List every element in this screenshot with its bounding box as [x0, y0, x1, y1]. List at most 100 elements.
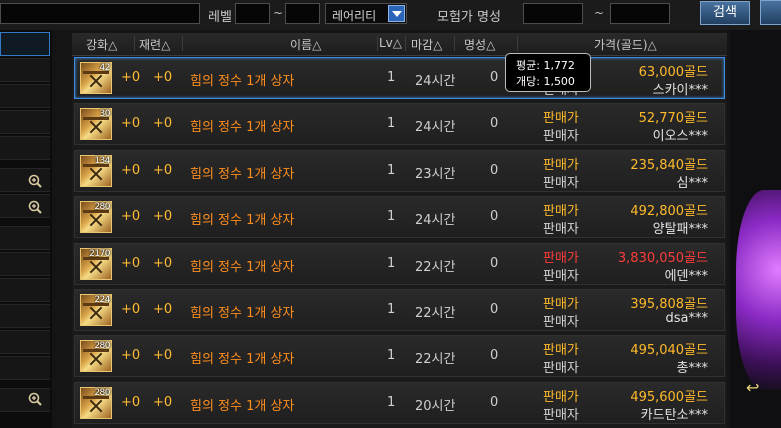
table-row[interactable]: 224 +0 +0 힘의 정수 1개 상자 1 22시간 0 판매가 판매자 395,808골드 d…: [74, 289, 725, 331]
enhance-value: +0: [121, 395, 141, 410]
table-row[interactable]: 280 +0 +0 힘의 정수 1개 상자 1 22시간 0 판매가 판매자 495,040골드 총…: [74, 335, 725, 377]
table-row[interactable]: 134 +0 +0 힘의 정수 1개 상자 1 23시간 0 판매가 판매자 235,840골드 심…: [74, 150, 725, 192]
item-box-icon[interactable]: 42: [80, 62, 112, 94]
fame-value: 0: [490, 395, 499, 410]
header-level[interactable]: Lv△: [379, 36, 402, 50]
table-header: 강화△ 재련△ 이름△ Lv△ 마감△ 명성△ 가격(골드)△: [72, 33, 727, 56]
item-count: 224: [94, 295, 110, 305]
item-name: 힘의 정수 1개 상자: [190, 120, 295, 135]
level-label: 레벨: [208, 10, 232, 25]
character-portrait-area: ↩: [730, 30, 781, 428]
header-name[interactable]: 이름△: [290, 36, 321, 53]
fame-min-input[interactable]: [523, 3, 583, 24]
category-item[interactable]: [0, 388, 50, 412]
fame-value: 0: [490, 163, 499, 178]
deadline: 23시간: [415, 167, 456, 182]
refine-value: +0: [153, 256, 173, 271]
search-button[interactable]: 검색: [700, 1, 750, 25]
level-min-input[interactable]: [235, 3, 270, 24]
zoom-in-icon[interactable]: [28, 174, 42, 188]
extra-button[interactable]: [760, 0, 781, 25]
table-row[interactable]: 2170 +0 +0 힘의 정수 1개 상자 1 22시간 0 판매가 판매자 3,830,050…: [74, 243, 725, 285]
enhance-value: +0: [121, 348, 141, 363]
item-box-icon[interactable]: 30: [80, 108, 112, 140]
category-item[interactable]: [0, 84, 50, 108]
seller-label: 판매자: [543, 361, 579, 376]
filter-bar: 레벨 ~ 레어리티 모험가 명성 ~ 검색: [0, 0, 781, 30]
item-name-input[interactable]: [0, 3, 200, 24]
table-row[interactable]: 280 +0 +0 힘의 정수 1개 상자 1 24시간 0 판매가 판매자 492,800골드 양…: [74, 196, 725, 238]
item-box-icon[interactable]: 2170: [80, 248, 112, 280]
category-item[interactable]: [0, 252, 50, 276]
enhance-value: +0: [121, 70, 141, 85]
item-box-icon[interactable]: 134: [80, 155, 112, 187]
enhance-value: +0: [121, 302, 141, 317]
header-divider: [405, 36, 406, 51]
price-label: 판매가: [543, 251, 579, 266]
item-count: 30: [99, 109, 111, 119]
item-name: 힘의 정수 1개 상자: [190, 352, 295, 367]
item-count: 280: [94, 202, 110, 212]
rarity-select[interactable]: 레어리티: [325, 3, 407, 24]
item-box-icon[interactable]: 280: [80, 340, 112, 372]
refine-value: +0: [153, 70, 173, 85]
item-box-icon[interactable]: 280: [80, 201, 112, 233]
table-row[interactable]: 30 +0 +0 힘의 정수 1개 상자 1 24시간 0 판매가 판매자 52,770골드 이오스…: [74, 103, 725, 145]
header-fame[interactable]: 명성△: [464, 36, 495, 53]
category-item[interactable]: [0, 110, 50, 134]
monster-illustration: [736, 190, 781, 390]
table-row[interactable]: 280 +0 +0 힘의 정수 1개 상자 1 20시간 0 판매가 판매자 495,600골드 카…: [74, 382, 725, 424]
header-divider: [517, 36, 518, 51]
category-item[interactable]: [0, 168, 50, 192]
header-refine[interactable]: 재련△: [139, 36, 170, 53]
seller-name: 양탈패***: [652, 222, 708, 237]
seller-label: 판매자: [543, 129, 579, 144]
header-enhance[interactable]: 강화△: [86, 36, 117, 53]
category-item[interactable]: [0, 58, 50, 82]
return-arrow-icon[interactable]: ↩: [746, 378, 759, 397]
table-row[interactable]: 42+0+0힘의 정수 1개 상자124시간0판매가판매자63,000골드스카이…: [74, 57, 725, 99]
level-range-sep: ~: [273, 6, 284, 20]
price-label: 판매가: [543, 111, 579, 126]
deadline: 24시간: [415, 213, 456, 228]
level-max-input[interactable]: [285, 3, 320, 24]
fame-value: 0: [490, 209, 499, 224]
item-box-icon[interactable]: 280: [80, 387, 112, 419]
price-value: 3,830,050골드: [617, 251, 708, 266]
item-level: 1: [387, 395, 396, 410]
fame-value: 0: [490, 116, 499, 131]
item-box-icon[interactable]: 224: [80, 294, 112, 326]
item-name: 힘의 정수 1개 상자: [190, 306, 295, 321]
item-count: 280: [94, 388, 110, 398]
header-deadline[interactable]: 마감△: [411, 36, 442, 53]
item-name: 힘의 정수 1개 상자: [190, 167, 295, 182]
tooltip-average: 평균: 1,772: [516, 59, 575, 72]
refine-value: +0: [153, 302, 173, 317]
zoom-in-icon[interactable]: [28, 392, 42, 406]
deadline: 24시간: [415, 120, 456, 135]
category-item-selected[interactable]: [0, 32, 50, 56]
header-price[interactable]: 가격(골드)△: [594, 36, 657, 53]
category-item[interactable]: [0, 226, 50, 250]
category-item[interactable]: [0, 330, 50, 354]
category-item[interactable]: [0, 304, 50, 328]
category-item[interactable]: [0, 194, 50, 218]
dropdown-arrow-icon[interactable]: [388, 5, 405, 22]
refine-value: +0: [153, 395, 173, 410]
category-item[interactable]: [0, 136, 50, 160]
seller-name: 총***: [676, 361, 708, 376]
seller-label: 판매자: [543, 176, 579, 191]
price-tooltip: 평균: 1,772 개당: 1,500: [505, 53, 591, 92]
item-name: 힘의 정수 1개 상자: [190, 213, 295, 228]
fame-value: 0: [490, 348, 499, 363]
deadline: 22시간: [415, 306, 456, 321]
category-item[interactable]: [0, 356, 50, 380]
refine-value: +0: [153, 209, 173, 224]
fame-max-input[interactable]: [610, 3, 670, 24]
category-item[interactable]: [0, 278, 50, 302]
zoom-in-icon[interactable]: [28, 200, 42, 214]
item-level: 1: [387, 302, 396, 317]
fame-value: 0: [490, 302, 499, 317]
header-divider: [182, 36, 183, 51]
seller-name: 카드탄소***: [640, 408, 708, 423]
